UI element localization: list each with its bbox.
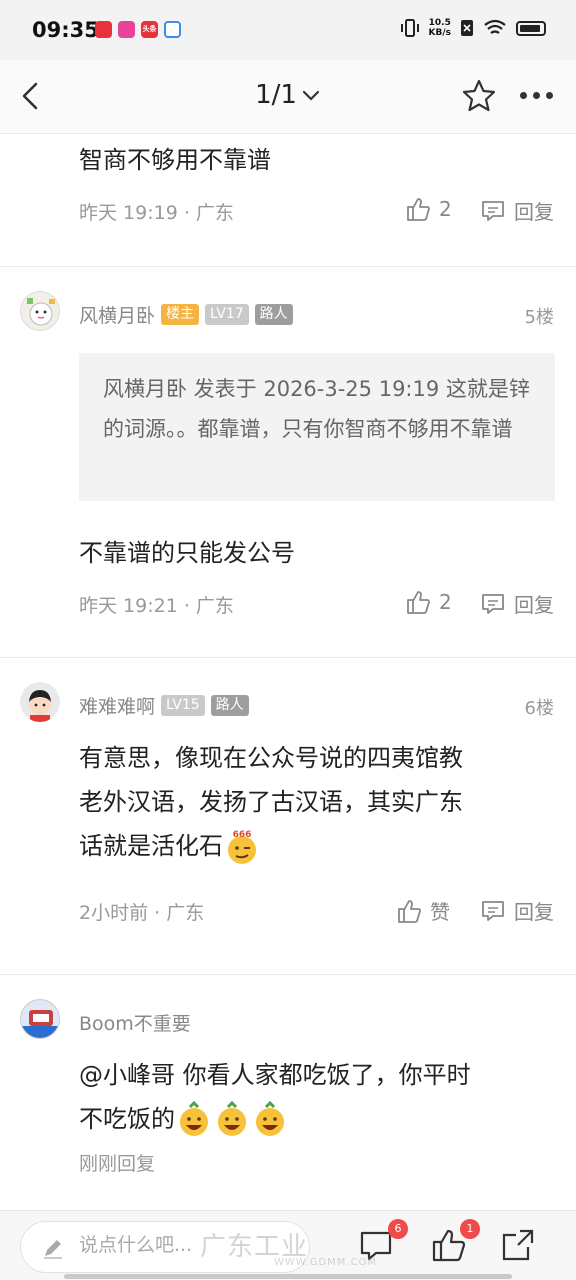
sim-off-icon	[461, 20, 473, 36]
chevron-down-icon	[302, 90, 320, 101]
status-app-icons: 头条	[95, 21, 181, 38]
like-button[interactable]: 2	[405, 196, 452, 222]
username[interactable]: Boom不重要	[79, 1009, 191, 1036]
avatar-cat-image	[27, 298, 55, 326]
comment-list: 智商不够用不靠谱 昨天 19:19 · 广东 2 回复 风横月卧 楼主 LV17…	[0, 134, 576, 1215]
role-badge: 路人	[210, 695, 249, 716]
app-icon-pink	[118, 21, 135, 38]
like-post-button[interactable]: 1	[430, 1219, 480, 1263]
page-indicator: 1/1	[255, 80, 297, 110]
share-button[interactable]	[500, 1227, 536, 1263]
comment-meta: 刚刚回复	[79, 1153, 156, 1175]
thumbs-up-icon	[398, 899, 421, 923]
comment-body-line: 有意思，像现在公众号说的四夷馆教	[79, 744, 463, 772]
app-icon-red	[95, 21, 112, 38]
vibrate-icon	[400, 19, 419, 37]
more-dot	[533, 92, 540, 99]
reply-button[interactable]: 回复	[480, 589, 554, 618]
role-badge: 路人	[254, 304, 293, 325]
pencil-icon	[44, 1240, 62, 1259]
comment-body-line: 不吃饭的	[79, 1097, 549, 1141]
comment-body-text: 话就是活化石	[79, 832, 223, 860]
username[interactable]: 难难难啊	[79, 692, 155, 719]
watermark-url: WWW.GDMM.COM	[274, 1257, 378, 1268]
comment-body-text: 不吃饭的	[79, 1105, 175, 1133]
home-indicator[interactable]	[64, 1274, 512, 1279]
status-bar: 09:35 头条 10.5 KB/s	[0, 0, 576, 60]
grinning-emoji-icon	[180, 1101, 208, 1136]
floor-number: 5楼	[524, 307, 554, 328]
comment-meta: 昨天 19:19 · 广东	[79, 202, 234, 224]
more-dot	[520, 92, 527, 99]
net-speed-value: 10.5	[428, 18, 451, 28]
owner-badge: 楼主	[161, 304, 200, 325]
like-count: 2	[439, 590, 452, 614]
avatar-boy-image	[29, 690, 51, 722]
comment-item: Boom不重要 @小峰哥 你看人家都吃饭了，你平时 不吃饭的 刚刚回复	[0, 975, 576, 1215]
status-time: 09:35	[32, 18, 99, 42]
like-button[interactable]: 赞	[396, 896, 450, 925]
app-icon-toutiao: 头条	[141, 21, 158, 38]
reply-label: 回复	[514, 593, 554, 617]
reply-bubble-icon	[482, 200, 504, 221]
level-badge: LV15	[161, 695, 205, 716]
watermark: 广东工业 WWW.GDMM.COM	[200, 1226, 377, 1268]
reply-button[interactable]: 回复	[480, 896, 554, 925]
thumbs-up-icon	[407, 198, 430, 221]
top-nav-bar: 1/1	[0, 60, 576, 134]
reply-bubble-icon	[482, 900, 504, 921]
avatar[interactable]	[20, 682, 60, 722]
more-options-icon[interactable]	[520, 92, 553, 99]
battery-icon	[516, 20, 546, 36]
like-label: 赞	[430, 900, 450, 924]
reply-label: 回复	[514, 900, 554, 924]
avatar[interactable]	[20, 999, 60, 1039]
user-info: 难难难啊 LV15 路人	[79, 692, 249, 719]
grinning-emoji-icon	[218, 1101, 246, 1136]
net-speed-unit: KB/s	[428, 28, 451, 38]
emoji-666-icon: 666	[228, 830, 256, 864]
quoted-comment[interactable]: 风横月卧 发表于 2026-3-25 19:19 这就是锌的词源。。都靠谱，只有…	[79, 353, 555, 501]
more-dot	[546, 92, 553, 99]
like-button[interactable]: 2	[405, 589, 452, 615]
favorite-star-icon[interactable]	[461, 78, 497, 114]
avatar-boom-image	[21, 1010, 59, 1038]
thumbs-up-icon	[407, 591, 430, 614]
reply-bubble-icon	[482, 593, 504, 614]
username[interactable]: 风横月卧	[79, 301, 155, 328]
comment-meta: 2小时前 · 广东	[79, 902, 205, 924]
user-info: Boom不重要	[79, 1009, 191, 1036]
comment-meta: 昨天 19:21 · 广东	[79, 595, 234, 617]
avatar[interactable]	[20, 291, 60, 331]
floor-number: 6楼	[524, 698, 554, 719]
comment-body: @小峰哥 你看人家都吃饭了，你平时 不吃饭的	[79, 1053, 549, 1141]
wifi-icon	[484, 19, 506, 34]
reply-label: 回复	[514, 200, 554, 224]
comment-body: 不靠谱的只能发公号	[79, 539, 295, 567]
level-badge: LV17	[205, 304, 249, 325]
comment-body-line: 话就是活化石 666	[79, 824, 549, 868]
comment-body: 有意思，像现在公众号说的四夷馆教 老外汉语，发扬了古汉语，其实广东 话就是活化石…	[79, 736, 549, 868]
emoji-666-text: 666	[233, 830, 252, 840]
net-speed: 10.5 KB/s	[429, 18, 451, 38]
like-count-badge: 1	[460, 1219, 480, 1239]
like-count: 2	[439, 197, 452, 221]
comment-body: 智商不够用不靠谱	[79, 146, 271, 174]
grinning-emoji-icon	[256, 1101, 284, 1136]
comment-item: 风横月卧 楼主 LV17 路人 5楼 风横月卧 发表于 2026-3-25 19…	[0, 267, 576, 658]
reply-button[interactable]: 回复	[480, 196, 554, 225]
comment-count-badge: 6	[388, 1219, 408, 1239]
user-info: 风横月卧 楼主 LV17 路人	[79, 301, 293, 328]
status-indicators: 10.5 KB/s	[400, 18, 546, 38]
comment-body-line: 老外汉语，发扬了古汉语，其实广东	[79, 788, 463, 816]
comment-item: 难难难啊 LV15 路人 6楼 有意思，像现在公众号说的四夷馆教 老外汉语，发扬…	[0, 658, 576, 975]
app-icon-blue	[164, 21, 181, 38]
comment-item: 智商不够用不靠谱 昨天 19:19 · 广东 2 回复	[0, 134, 576, 267]
comment-body-line: @小峰哥 你看人家都吃饭了，你平时	[79, 1061, 471, 1089]
share-icon	[502, 1229, 534, 1261]
